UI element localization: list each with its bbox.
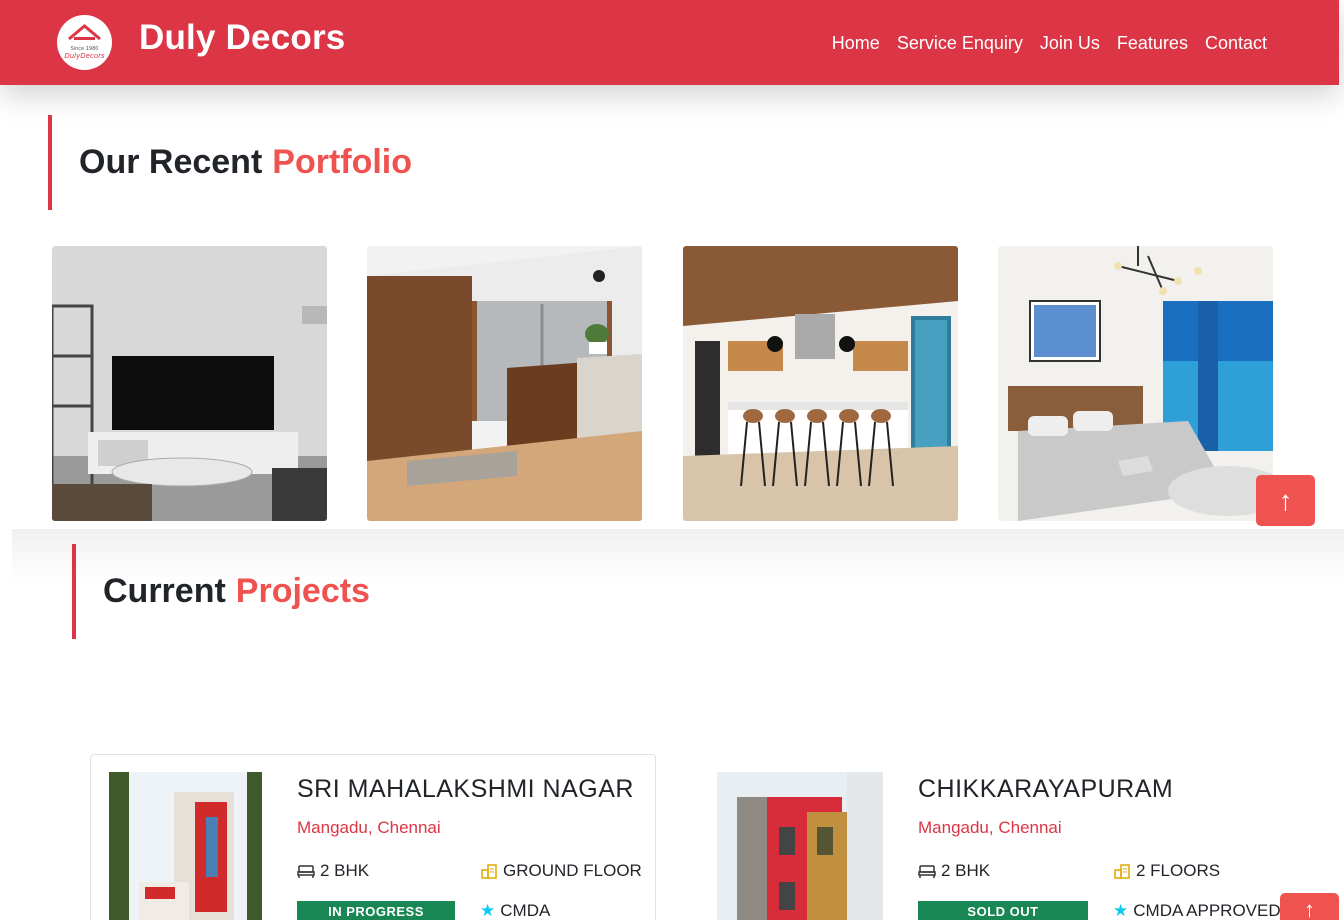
nav-home[interactable]: Home (832, 33, 880, 54)
nav-contact[interactable]: Contact (1205, 33, 1267, 54)
project-spec-floor: 2 FLOORS (1113, 861, 1220, 881)
project-spec-bhk-text: 2 BHK (941, 861, 991, 880)
project-location: Mangadu, Chennai (918, 818, 1062, 837)
project-spec-bhk-text: 2 BHK (320, 861, 370, 880)
portfolio-image-bedroom[interactable] (998, 246, 1273, 521)
house-photo-image (109, 772, 262, 920)
nav-join-us[interactable]: Join Us (1040, 33, 1100, 54)
project-image (109, 772, 262, 920)
project-approval-text: CMDA (500, 901, 551, 920)
star-icon: ★ (480, 901, 496, 920)
arrow-up-icon: ↑ (1304, 897, 1315, 920)
project-location: Mangadu, Chennai (297, 818, 441, 837)
brand-logo[interactable]: Since 1980 DulyDecors (57, 15, 112, 70)
projects-heading-text: Current (103, 572, 226, 610)
star-icon: ★ (1113, 901, 1129, 920)
back-to-top-button-secondary[interactable]: ↑ (1280, 893, 1339, 920)
living-room-image (52, 246, 327, 521)
portfolio-heading: Our Recent Portfolio (48, 115, 412, 210)
project-approval-text: CMDA APPROVED (1133, 901, 1281, 920)
project-name[interactable]: SRI MAHALAKSHMI NAGAR (297, 775, 634, 804)
bed-icon (918, 865, 936, 878)
project-spec-floor-text: 2 FLOORS (1136, 861, 1221, 880)
status-badge: SOLD OUT (918, 901, 1088, 920)
brand-name[interactable]: Duly Decors (139, 18, 345, 58)
project-image (717, 772, 883, 920)
project-card[interactable]: CHIKKARAYAPURAM Mangadu, Chennai 2 BHK 2… (698, 754, 1318, 920)
portfolio-heading-accent: Portfolio (272, 143, 413, 181)
projects-heading-accent: Projects (235, 572, 370, 610)
portfolio-image-wooden-kitchen[interactable] (367, 246, 642, 521)
portfolio-image-kitchen-bar[interactable] (683, 246, 958, 521)
nav-features[interactable]: Features (1117, 33, 1188, 54)
arrow-up-icon: ↑ (1278, 484, 1293, 516)
kitchen-bar-image (683, 246, 958, 521)
house-photo-image (717, 772, 883, 920)
building-icon (481, 864, 497, 879)
svg-text:DulyDecors: DulyDecors (64, 52, 105, 60)
projects-heading: Current Projects (72, 544, 370, 639)
back-to-top-button[interactable]: ↑ (1256, 475, 1315, 526)
project-spec-bhk: 2 BHK (918, 861, 990, 881)
portfolio-heading-text: Our Recent (79, 143, 263, 181)
bedroom-image (998, 246, 1273, 521)
project-card[interactable]: SRI MAHALAKSHMI NAGAR Mangadu, Chennai 2… (90, 754, 656, 920)
main-nav: Home Service Enquiry Join Us Features Co… (832, 33, 1267, 54)
navbar: Since 1980 DulyDecors Duly Decors Home S… (0, 0, 1339, 85)
house-logo-icon: Since 1980 DulyDecors (57, 15, 112, 70)
status-badge: IN PROGRESS (297, 901, 455, 920)
project-spec-floor-text: GROUND FLOOR (503, 861, 642, 880)
bed-icon (297, 865, 315, 878)
project-spec-floor: GROUND FLOOR (480, 861, 642, 881)
project-approval: ★ CMDA APPROVED (1113, 901, 1281, 920)
nav-service-enquiry[interactable]: Service Enquiry (897, 33, 1023, 54)
project-spec-bhk: 2 BHK (297, 861, 369, 881)
project-name[interactable]: CHIKKARAYAPURAM (918, 775, 1173, 804)
wooden-kitchen-image (367, 246, 642, 521)
building-icon (1114, 864, 1130, 879)
portfolio-image-living-room[interactable] (52, 246, 327, 521)
project-approval: ★ CMDA (480, 901, 550, 920)
